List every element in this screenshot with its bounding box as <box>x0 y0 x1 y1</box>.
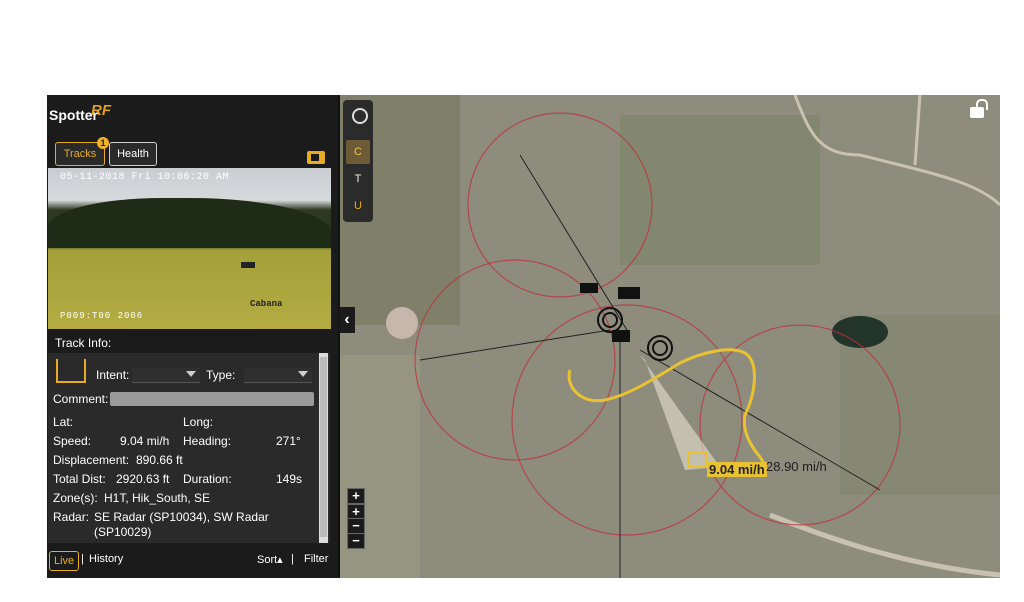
comment-input[interactable] <box>110 392 314 406</box>
spotterrf-logo: Spotter RF <box>49 101 169 131</box>
map-terrain-patch <box>620 115 820 265</box>
live-button[interactable]: Live <box>49 551 80 571</box>
total-dist-value: 2920.63 ft <box>116 472 170 486</box>
type-select[interactable] <box>244 368 312 383</box>
type-label: Type: <box>206 368 236 382</box>
sort-button[interactable]: Sort▴ <box>257 553 283 566</box>
map-overlay <box>340 95 1000 578</box>
camera-feed[interactable]: 05-11-2018 Fri 10:06:20 AM Cabana P009:T… <box>48 168 331 329</box>
secondary-speed-label: 28.90 mi/h <box>766 459 827 474</box>
lock-icon[interactable] <box>970 99 988 118</box>
zoom-out-button[interactable]: − <box>347 533 365 549</box>
footer-separator: | <box>81 553 84 565</box>
track-info-title: Track Info: <box>55 336 112 350</box>
chevron-down-icon <box>186 371 196 377</box>
comment-label: Comment: <box>53 392 109 406</box>
footer-separator: | <box>291 553 294 565</box>
layer-c-button[interactable]: C <box>346 140 370 164</box>
camera-timestamp: 05-11-2018 Fri 10:06:20 AM <box>60 172 230 183</box>
target-speed-label: 9.04 mi/h <box>707 462 767 477</box>
track-type-icon <box>56 359 86 383</box>
zoom-in-button[interactable]: + <box>347 488 365 504</box>
chevron-down-icon <box>298 371 308 377</box>
long-label: Long: <box>183 415 214 429</box>
duration-value: 149s <box>276 472 303 486</box>
zoom-out-small-button[interactable]: − <box>347 518 365 534</box>
zones-value: H1T, Hik_South, SE <box>104 491 211 505</box>
camera-target-vehicle <box>241 262 255 268</box>
total-dist-label: Total Dist: <box>53 472 106 486</box>
radar-value-line1: SE Radar (SP10034), SW Radar <box>94 510 269 524</box>
cctv-icon[interactable] <box>352 108 368 124</box>
scrollbar-thumb[interactable] <box>320 357 327 537</box>
filter-button[interactable]: Filter <box>304 553 328 565</box>
radar-value-line2: (SP10029) <box>94 525 152 539</box>
intent-select[interactable] <box>132 368 200 383</box>
sidebar: Spotter RF Tracks 1 Health 05-11-2018 Fr… <box>47 95 338 578</box>
logo-text-accent: RF <box>91 102 111 119</box>
displacement-label: Displacement: <box>53 453 130 467</box>
duration-label: Duration: <box>183 472 232 486</box>
camera-location-label: Cabana <box>250 299 283 309</box>
satellite-map[interactable]: C T U 9.04 mi/h 28.90 mi/h <box>340 95 1000 578</box>
zones-label: Zone(s): <box>53 491 98 505</box>
camera-treeline <box>48 198 331 248</box>
layer-t-button[interactable]: T <box>346 167 370 191</box>
tab-health[interactable]: Health <box>109 142 157 166</box>
app-window: Spotter RF Tracks 1 Health 05-11-2018 Fr… <box>47 95 1000 578</box>
map-dirt-patch <box>386 307 418 339</box>
map-layer-panel: C T U <box>343 100 373 222</box>
camera-id-label: P009:T00 2006 <box>60 311 144 321</box>
video-camera-icon[interactable] <box>307 151 325 164</box>
speed-label: Speed: <box>53 434 92 448</box>
displacement-value: 890.66 ft <box>136 453 183 467</box>
track-list-footer: Live | History Sort▴ | Filter <box>47 550 338 578</box>
track-info-panel: Intent: Type: Comment: Lat: Long: Speed:… <box>48 353 330 543</box>
tracks-count-badge: 1 <box>97 137 109 149</box>
track-info-scrollbar[interactable] <box>319 353 328 543</box>
heading-label: Heading: <box>183 434 232 448</box>
collapse-sidebar-button[interactable]: ‹ <box>339 307 355 333</box>
heading-value: 271° <box>276 434 301 448</box>
radar-label: Radar: <box>53 510 90 524</box>
speed-value: 9.04 mi/h <box>120 434 170 448</box>
map-pond <box>832 316 888 348</box>
layer-u-button[interactable]: U <box>346 194 370 218</box>
history-button[interactable]: History <box>89 553 123 565</box>
lat-label: Lat: <box>53 415 74 429</box>
intent-label: Intent: <box>96 368 130 382</box>
